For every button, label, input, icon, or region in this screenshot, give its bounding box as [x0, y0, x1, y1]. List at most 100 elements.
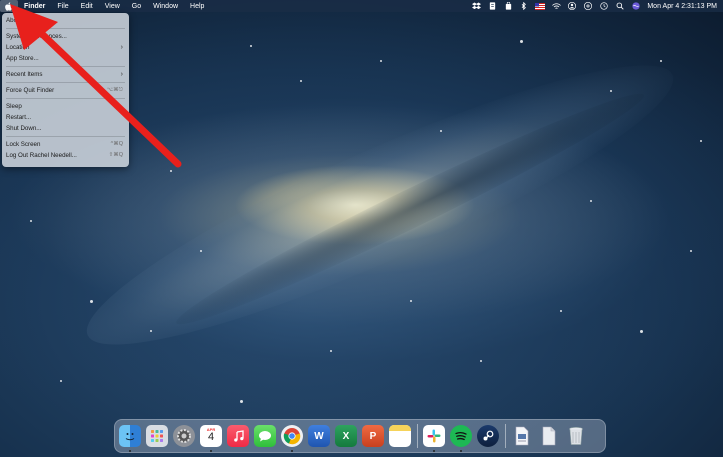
menu-go[interactable]: Go [126, 3, 147, 10]
star [250, 45, 252, 47]
star [150, 330, 152, 332]
star [480, 360, 482, 362]
star [520, 40, 523, 43]
music-icon[interactable] [227, 425, 249, 447]
apple-icon[interactable] [0, 0, 18, 12]
menu-edit[interactable]: Edit [75, 3, 99, 10]
star [660, 60, 662, 62]
menu-item-about-this-mac[interactable]: About This Mac [2, 15, 129, 26]
menu-item-label: Sleep [6, 103, 22, 110]
dropbox-icon[interactable] [471, 2, 481, 10]
chevron-right-icon: › [120, 44, 123, 51]
chevron-right-icon: › [120, 71, 123, 78]
star [610, 90, 612, 92]
chrome-icon[interactable] [281, 425, 303, 452]
menu-item-label: Shut Down... [6, 125, 42, 132]
word-letter: W [314, 430, 324, 442]
messages-icon[interactable] [254, 425, 276, 447]
star [410, 300, 412, 302]
siri-icon[interactable] [631, 2, 641, 10]
apple-menu-dropdown: About This Mac System Preferences... Loc… [2, 13, 129, 167]
menu-item-label: About This Mac [6, 17, 49, 24]
spotify-icon[interactable] [450, 425, 472, 452]
running-indicator [433, 450, 435, 452]
star [60, 380, 62, 382]
document-stack-icon[interactable] [511, 425, 533, 447]
menu-item-label: Recent Items [6, 71, 43, 78]
calendar-day: 4 [207, 431, 215, 443]
menu-item-system-preferences[interactable]: System Preferences... [2, 31, 129, 42]
time-machine-icon[interactable] [599, 2, 609, 10]
menu-view[interactable]: View [99, 3, 126, 10]
us-flag-icon[interactable] [535, 2, 546, 10]
powerpoint-letter: P [369, 430, 377, 442]
notes-header-strip [389, 425, 411, 431]
bluetooth-icon[interactable] [519, 2, 529, 10]
finder-icon[interactable] [119, 425, 141, 452]
steam-icon[interactable] [477, 425, 499, 447]
menu-item-label: Force Quit Finder [6, 87, 55, 94]
menu-window[interactable]: Window [147, 3, 184, 10]
menubar-clock[interactable]: Mon Apr 4 2:31:13 PM [647, 3, 717, 10]
excel-letter: X [342, 430, 350, 442]
star [240, 400, 243, 403]
menu-item-recent-items[interactable]: Recent Items › [2, 69, 129, 80]
powerpoint-icon[interactable]: P [362, 425, 384, 447]
menu-item-shortcut: ⇧⌘Q [108, 152, 123, 158]
excel-icon[interactable]: X [335, 425, 357, 447]
menu-item-label: Restart... [6, 114, 32, 121]
menu-separator [6, 136, 125, 137]
menu-item-shut-down[interactable]: Shut Down... [2, 123, 129, 134]
running-indicator [291, 450, 293, 452]
calendar-icon[interactable]: APR 4 [200, 425, 222, 452]
star [30, 220, 32, 222]
launchpad-icon[interactable] [146, 425, 168, 447]
user-icon[interactable] [567, 2, 577, 10]
menu-item-app-store[interactable]: App Store... [2, 53, 129, 64]
menu-item-shortcut: ⌥⌘⎋ [106, 87, 123, 93]
star [640, 330, 643, 333]
menu-item-lock-screen[interactable]: Lock Screen ^⌘Q [2, 139, 129, 150]
star [300, 80, 302, 82]
star [440, 130, 442, 132]
wifi-icon[interactable] [551, 2, 561, 10]
star [700, 140, 702, 142]
slack-icon[interactable] [423, 425, 445, 452]
menu-item-shortcut: ^⌘Q [110, 141, 123, 147]
menu-item-restart[interactable]: Restart... [2, 112, 129, 123]
star [170, 170, 172, 172]
star [330, 350, 332, 352]
star [560, 310, 562, 312]
document-icon[interactable] [487, 2, 497, 10]
dock-divider [505, 424, 506, 448]
menu-item-label: System Preferences... [6, 33, 67, 40]
status-area: Mon Apr 4 2:31:13 PM [471, 2, 723, 10]
system-preferences-icon[interactable] [173, 425, 195, 447]
file-icon[interactable] [538, 425, 560, 447]
menu-item-log-out[interactable]: Log Out Rachel Needell... ⇧⌘Q [2, 150, 129, 161]
notes-icon[interactable] [389, 425, 411, 447]
menu-item-location[interactable]: Location › [2, 42, 129, 53]
bag-icon[interactable] [503, 2, 513, 10]
star [90, 300, 93, 303]
menu-finder[interactable]: Finder [18, 3, 51, 10]
menu-item-force-quit[interactable]: Force Quit Finder ⌥⌘⎋ [2, 85, 129, 96]
menu-file[interactable]: File [51, 3, 74, 10]
menu-separator [6, 82, 125, 83]
menu-item-sleep[interactable]: Sleep [2, 101, 129, 112]
star [380, 60, 382, 62]
word-icon[interactable]: W [308, 425, 330, 447]
control-icon[interactable] [583, 2, 593, 10]
menu-help[interactable]: Help [184, 3, 210, 10]
running-indicator [129, 450, 131, 452]
running-indicator [460, 450, 462, 452]
menu-bar: Finder File Edit View Go Window Help Mon… [0, 0, 723, 12]
trash-icon[interactable] [565, 425, 587, 447]
menu-separator [6, 28, 125, 29]
star [200, 250, 202, 252]
menu-separator [6, 98, 125, 99]
menu-item-label: Lock Screen [6, 141, 41, 148]
running-indicator [210, 450, 212, 452]
menu-item-label: App Store... [6, 55, 39, 62]
search-icon[interactable] [615, 2, 625, 10]
